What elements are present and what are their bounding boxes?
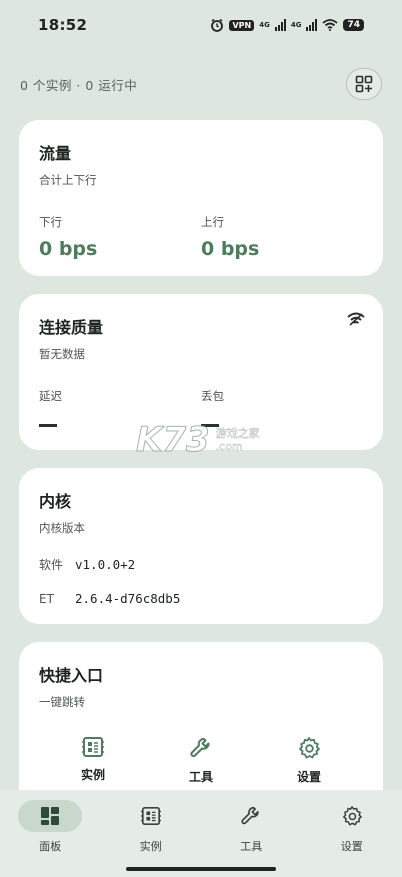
nav-icon-wrap [119, 800, 183, 832]
watermark-logo: K73 游戏之家 .com [136, 420, 260, 461]
shortcut-tools[interactable]: 工具 [161, 736, 241, 785]
wifi-icon [347, 312, 365, 326]
upload-metric: 上行 0 bps [201, 214, 363, 260]
battery-indicator: 74 [343, 19, 364, 31]
download-value: 0 bps [39, 238, 98, 260]
shortcut-label: 设置 [296, 770, 321, 784]
gear-icon [342, 806, 362, 826]
nav-label: 实例 [139, 840, 162, 853]
network-type-1: 4G [259, 21, 270, 29]
core-card: 内核 内核版本 软件 v1.0.0+2 ET 2.6.4-d76c8db5 [19, 468, 383, 624]
network-type-2: 4G [290, 21, 302, 29]
watermark-line-1: 游戏之家 [215, 427, 260, 440]
quality-title: 连接质量 [39, 318, 104, 337]
quality-subtitle: 暂无数据 [39, 347, 85, 361]
shortcut-instances[interactable]: 实例 [53, 736, 133, 785]
grid-add-icon [355, 75, 373, 93]
nav-active-pill [18, 800, 83, 832]
nav-item-settings[interactable]: 设置 [312, 800, 392, 877]
nav-item-dashboard[interactable]: 面板 [10, 800, 90, 877]
gear-icon [299, 737, 320, 759]
nav-label: 面板 [39, 840, 62, 853]
wrench-icon [241, 806, 259, 825]
nav-item-tools[interactable]: 工具 [211, 800, 291, 877]
status-bar: 18:52 VPN 4G 4G 74 [0, 0, 402, 50]
traffic-subtitle: 合计上下行 [39, 173, 97, 187]
shortcuts-card: 快捷入口 一键跳转 实例 工具 设置 [19, 642, 383, 812]
core-title: 内核 [39, 492, 72, 511]
watermark-big-text: K73 [136, 420, 211, 461]
traffic-card: 流量 合计上下行 下行 0 bps 上行 0 bps [19, 120, 383, 276]
nav-label: 工具 [240, 840, 263, 853]
summary-row: 0 个实例 · 0 运行中 [20, 68, 382, 100]
download-metric: 下行 0 bps [39, 214, 201, 260]
packet-loss-label: 丢包 [201, 389, 224, 403]
traffic-metrics: 下行 0 bps 上行 0 bps [39, 214, 363, 260]
dashboard-icon [41, 807, 60, 825]
latency-empty-dash [39, 424, 57, 427]
alarm-icon [211, 18, 224, 32]
shortcut-settings[interactable]: 设置 [269, 736, 349, 785]
core-subtitle: 内核版本 [39, 521, 85, 535]
traffic-title: 流量 [39, 144, 72, 163]
instance-summary: 0 个实例 · 0 运行中 [20, 77, 138, 93]
core-row-value: 2.6.4-d76c8db5 [75, 591, 181, 606]
bottom-navigation: 面板 实例 工具 设置 [0, 790, 402, 877]
nav-icon-wrap [219, 800, 283, 832]
clock: 18:52 [38, 16, 88, 34]
add-instance-button[interactable] [346, 68, 382, 100]
upload-label: 上行 [201, 215, 224, 229]
wrench-icon [190, 738, 210, 758]
signal-icon-2 [306, 19, 318, 31]
core-row-software: 软件 v1.0.0+2 [39, 556, 363, 573]
wifi-status-icon [322, 19, 339, 31]
core-row-key: ET [39, 591, 54, 606]
core-row-key: 软件 [39, 558, 64, 572]
vpn-badge: VPN [229, 19, 255, 31]
nav-icon-wrap [320, 800, 384, 832]
instance-icon [82, 737, 104, 757]
watermark-line-2: .com [215, 440, 243, 453]
home-indicator[interactable] [126, 867, 276, 871]
core-row-et: ET 2.6.4-d76c8db5 [39, 591, 363, 606]
instance-icon [140, 807, 161, 825]
shortcuts-title: 快捷入口 [39, 666, 104, 685]
signal-icon-1 [274, 19, 286, 31]
status-icons: VPN 4G 4G 74 [210, 18, 364, 32]
watermark-small-text: 游戏之家 .com [215, 427, 260, 453]
nav-label: 设置 [340, 840, 363, 853]
nav-item-instances[interactable]: 实例 [111, 800, 191, 877]
download-label: 下行 [39, 215, 62, 229]
upload-value: 0 bps [201, 238, 260, 260]
latency-label: 延迟 [39, 389, 62, 403]
shortcut-list: 实例 工具 设置 [39, 736, 363, 785]
shortcuts-subtitle: 一键跳转 [39, 695, 85, 709]
shortcut-label: 工具 [188, 770, 213, 784]
core-row-value: v1.0.0+2 [75, 557, 136, 572]
shortcut-label: 实例 [80, 768, 105, 782]
